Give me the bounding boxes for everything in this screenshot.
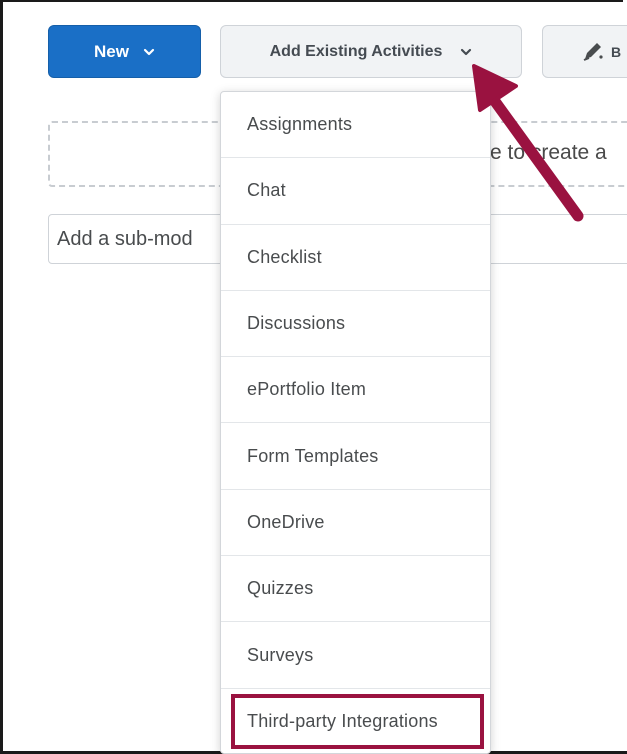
menu-item-onedrive[interactable]: OneDrive xyxy=(221,490,490,557)
pencil-sparkle-icon xyxy=(583,42,603,61)
chevron-down-icon xyxy=(143,48,155,55)
drop-zone-text: e to create a xyxy=(490,141,607,164)
add-existing-activities-label: Add Existing Activities xyxy=(269,42,443,60)
add-existing-activities-menu: Assignments Chat Checklist Discussions e… xyxy=(220,91,491,754)
menu-item-discussions[interactable]: Discussions xyxy=(221,291,490,358)
menu-item-third-party-integrations[interactable]: Third-party Integrations xyxy=(221,689,490,753)
bulk-edit-label: B xyxy=(611,43,622,60)
add-existing-activities-button[interactable]: Add Existing Activities xyxy=(220,25,522,78)
menu-item-eportfolio-item[interactable]: ePortfolio Item xyxy=(221,357,490,424)
new-button[interactable]: New xyxy=(48,25,201,78)
menu-item-chat[interactable]: Chat xyxy=(221,158,490,225)
menu-item-assignments[interactable]: Assignments xyxy=(221,92,490,159)
chevron-down-icon xyxy=(461,48,472,55)
menu-item-checklist[interactable]: Checklist xyxy=(221,225,490,291)
menu-item-surveys[interactable]: Surveys xyxy=(221,622,490,689)
menu-item-form-templates[interactable]: Form Templates xyxy=(221,423,490,490)
bulk-edit-button[interactable]: B xyxy=(542,25,627,78)
menu-item-quizzes[interactable]: Quizzes xyxy=(221,556,490,623)
new-button-label: New xyxy=(94,41,129,61)
